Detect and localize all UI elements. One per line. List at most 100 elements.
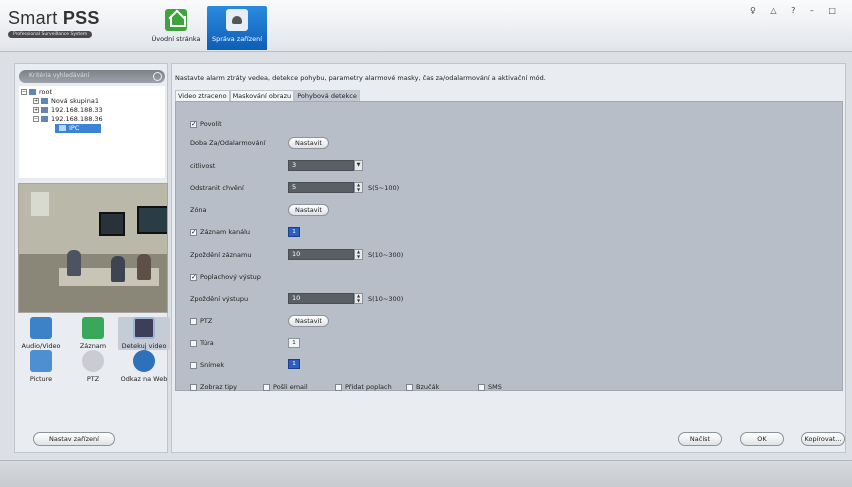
tour-row[interactable]: Túra <box>190 339 214 347</box>
collapse-icon[interactable]: − <box>33 116 39 122</box>
group-icon <box>41 98 48 104</box>
channel-record-label: Záznam kanálu <box>200 228 251 236</box>
nav-tab-device-manager[interactable]: Správa zařízení <box>207 6 267 50</box>
collapse-icon[interactable]: − <box>21 89 27 95</box>
tree-item-ipc[interactable]: IPC <box>55 124 102 133</box>
alarm-output-row[interactable]: Poplachový výstup <box>190 273 261 281</box>
tour-channel[interactable]: 1 <box>288 338 300 348</box>
send-email-checkbox[interactable] <box>263 383 270 391</box>
snapshot-checkbox[interactable] <box>190 361 197 369</box>
record-delay-range: S(10~300) <box>368 251 404 259</box>
enable-label: Povolit <box>200 120 222 128</box>
web-icon <box>133 350 155 372</box>
alarm-output-label: Poplachový výstup <box>200 273 261 281</box>
spinner-icon[interactable]: ▲ ▼ <box>354 293 363 304</box>
snapshot-channel[interactable]: 1 <box>288 359 300 369</box>
app-title: Smart PSS <box>8 8 100 28</box>
zone-set-button[interactable]: Nastavit <box>288 204 329 216</box>
buzzer-checkbox[interactable] <box>406 383 413 391</box>
ptz-checkbox[interactable] <box>190 317 197 325</box>
main-panel: Nastavte alarm ztráty vedea, detekce poh… <box>171 63 846 453</box>
tool-record[interactable]: Záznam <box>67 317 119 350</box>
alarm-output-checkbox[interactable] <box>190 273 197 281</box>
picture-icon <box>30 350 52 372</box>
tree-item-device-33[interactable]: +192.168.188.33 <box>33 106 103 115</box>
left-panel: Kritéria vyhledávání − root + Nová skupina… <box>14 63 170 453</box>
chevron-down-icon[interactable]: ▼ <box>354 160 363 171</box>
device-setup-button[interactable]: Nastav zařízení <box>33 432 115 446</box>
spinner-icon[interactable]: ▲ ▼ <box>354 249 363 260</box>
tree-item-label: 192.168.188.33 <box>51 106 103 114</box>
title-bar: Smart PSS Professional Surveillance Syst… <box>0 0 852 52</box>
record-delay-input[interactable]: 10 <box>288 249 354 260</box>
load-button[interactable]: Načíst <box>678 432 722 446</box>
snapshot-label: Snímek <box>200 361 225 369</box>
tab-motion-detection[interactable]: Pohybová detekce <box>294 90 360 101</box>
sensitivity-select[interactable]: 3 <box>288 160 354 171</box>
preview-monitor <box>99 212 125 236</box>
arm-time-set-button[interactable]: Nastavit <box>288 137 329 149</box>
search-icon[interactable] <box>153 72 162 81</box>
enable-checkbox[interactable] <box>190 120 197 128</box>
search-input[interactable]: Kritéria vyhledávání <box>19 70 165 83</box>
add-alarm-row[interactable]: Přidat poplach <box>335 383 392 391</box>
page-description: Nastavte alarm ztráty vedea, detekce poh… <box>175 74 546 82</box>
ptz-row[interactable]: PTZ <box>190 317 212 325</box>
send-email-row[interactable]: Pošli email <box>263 383 308 391</box>
tool-ptz[interactable]: PTZ <box>67 350 119 383</box>
preview-person <box>111 256 125 282</box>
ptz-icon <box>82 350 104 372</box>
nav-tab-device-label: Správa zařízení <box>211 35 262 43</box>
show-tips-checkbox[interactable] <box>190 383 197 391</box>
ptz-set-button[interactable]: Nastavit <box>288 315 329 327</box>
sensitivity-label: citlivost <box>190 162 216 170</box>
tree-item-device-36[interactable]: − 192.168.188.36 <box>33 115 103 124</box>
tree-item-group[interactable]: + Nová skupina1 <box>33 97 99 106</box>
video-preview[interactable] <box>18 183 168 313</box>
channel-record-channel[interactable]: 1 <box>288 227 300 237</box>
group-icon <box>29 89 36 95</box>
snapshot-row[interactable]: Snímek <box>190 361 224 369</box>
copy-button[interactable]: Kopírovat... <box>801 432 845 446</box>
app-brand: Smart PSS Professional Surveillance Syst… <box>8 8 100 38</box>
channel-record-row[interactable]: Záznam kanálu <box>190 228 250 236</box>
tab-video-loss[interactable]: Video ztraceno <box>175 90 230 101</box>
add-alarm-checkbox[interactable] <box>335 383 342 391</box>
tool-picture[interactable]: Picture <box>15 350 67 383</box>
app-subtitle: Professional Surveillance System <box>8 31 93 38</box>
anti-dither-input[interactable]: 5 <box>288 182 354 193</box>
anti-dither-range: S(5~100) <box>368 184 400 192</box>
expand-icon[interactable]: + <box>33 107 39 113</box>
nav-tab-home[interactable]: Úvodní stránka <box>145 6 207 50</box>
tool-audio-video[interactable]: Audio/Video <box>15 317 67 350</box>
tour-checkbox[interactable] <box>190 339 197 347</box>
tab-masking[interactable]: Maskování obrazu <box>229 90 295 101</box>
tour-label: Túra <box>200 339 214 347</box>
show-tips-row[interactable]: Zobraz tipy <box>190 383 237 391</box>
nav-tab-home-label: Úvodní stránka <box>151 35 201 43</box>
buzzer-label: Bzučák <box>416 383 440 391</box>
expand-icon[interactable]: + <box>33 98 39 104</box>
window-controls[interactable]: ♀ △ ? – □ <box>750 6 842 15</box>
sms-checkbox[interactable] <box>478 383 485 391</box>
sms-row[interactable]: SMS <box>478 383 502 391</box>
channel-record-checkbox[interactable] <box>190 228 197 236</box>
buzzer-row[interactable]: Bzučák <box>406 383 439 391</box>
tool-label: Odkaz na Web <box>120 375 168 383</box>
tree-item-label: 192.168.188.36 <box>51 115 103 123</box>
ptz-label: PTZ <box>200 317 213 325</box>
output-delay-input[interactable]: 10 <box>288 293 354 304</box>
spinner-icon[interactable]: ▲ ▼ <box>354 182 363 193</box>
tool-web-link[interactable]: Odkaz na Web <box>118 350 170 383</box>
anti-dither-label: Odstranit chvění <box>190 184 244 192</box>
detect-video-icon <box>133 317 155 339</box>
enable-row[interactable]: Povolit <box>190 120 222 128</box>
search-placeholder: Kritéria vyhledávání <box>29 72 90 79</box>
microphone-icon <box>30 317 52 339</box>
tool-detect-video[interactable]: Detekuj video <box>118 317 170 350</box>
arm-time-label: Doba Za/Odalarmování <box>190 139 266 147</box>
device-camera-icon <box>226 9 248 31</box>
status-bar <box>0 460 852 487</box>
tree-item-root[interactable]: − root <box>21 88 52 97</box>
ok-button[interactable]: OK <box>740 432 784 446</box>
